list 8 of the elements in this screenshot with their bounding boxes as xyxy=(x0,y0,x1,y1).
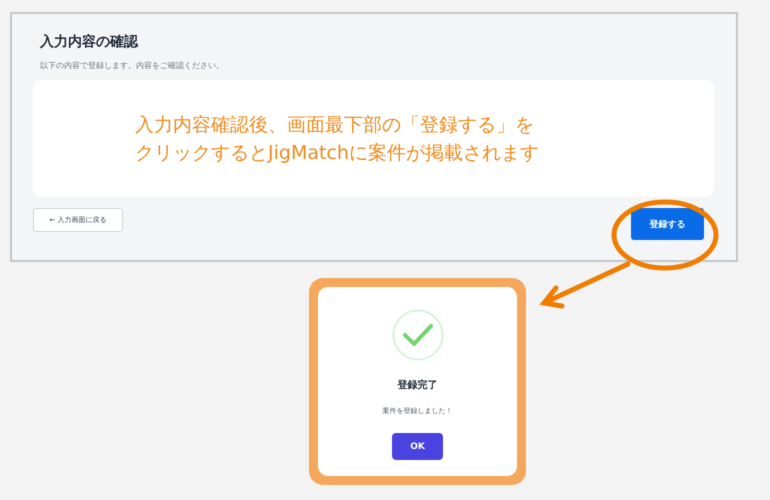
ok-button[interactable]: OK xyxy=(392,433,443,460)
callout-text: クリックするとJigMatchに案件が掲載されます xyxy=(135,140,540,166)
page-title: 入力内容の確認 xyxy=(38,32,140,51)
check-icon xyxy=(392,309,444,361)
submit-button[interactable]: 登録する xyxy=(631,208,704,240)
page-subtitle: 以下の内容で登録します。内容をご確認ください。 xyxy=(39,60,225,71)
dialog-title: 登録完了 xyxy=(398,378,438,392)
callout-text: 入力内容確認後、画面最下部の「登録する」を xyxy=(135,112,535,138)
